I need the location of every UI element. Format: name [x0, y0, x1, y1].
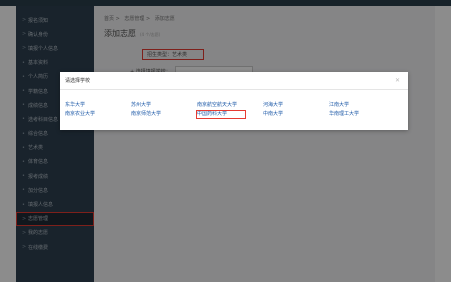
modal-overlay[interactable] [0, 0, 451, 282]
school-option[interactable]: 华南理工大学 [329, 111, 395, 118]
school-option[interactable]: 南京农业大学 [65, 111, 131, 118]
close-icon[interactable]: ✕ [395, 77, 400, 84]
school-option[interactable]: 南京航空航天大学 [197, 102, 263, 109]
school-list: 东华大学 苏州大学 南京航空航天大学 河海大学 江南大学 南京农业大学 南京师范… [65, 102, 405, 119]
school-option[interactable]: 江南大学 [329, 102, 395, 109]
school-option[interactable]: 东华大学 [65, 102, 131, 109]
modal-header: 请选择学校 [60, 72, 408, 90]
school-option[interactable]: 苏州大学 [131, 102, 197, 109]
school-option[interactable]: 南京师范大学 [131, 111, 197, 118]
school-option-selected[interactable]: 中国药科大学 [196, 110, 246, 119]
modal-title: 请选择学校 [65, 78, 91, 84]
school-select-modal: 请选择学校 ✕ 东华大学 苏州大学 南京航空航天大学 河海大学 江南大学 南京农… [60, 72, 408, 130]
school-option[interactable]: 中南大学 [263, 111, 329, 118]
school-option[interactable]: 河海大学 [263, 102, 329, 109]
